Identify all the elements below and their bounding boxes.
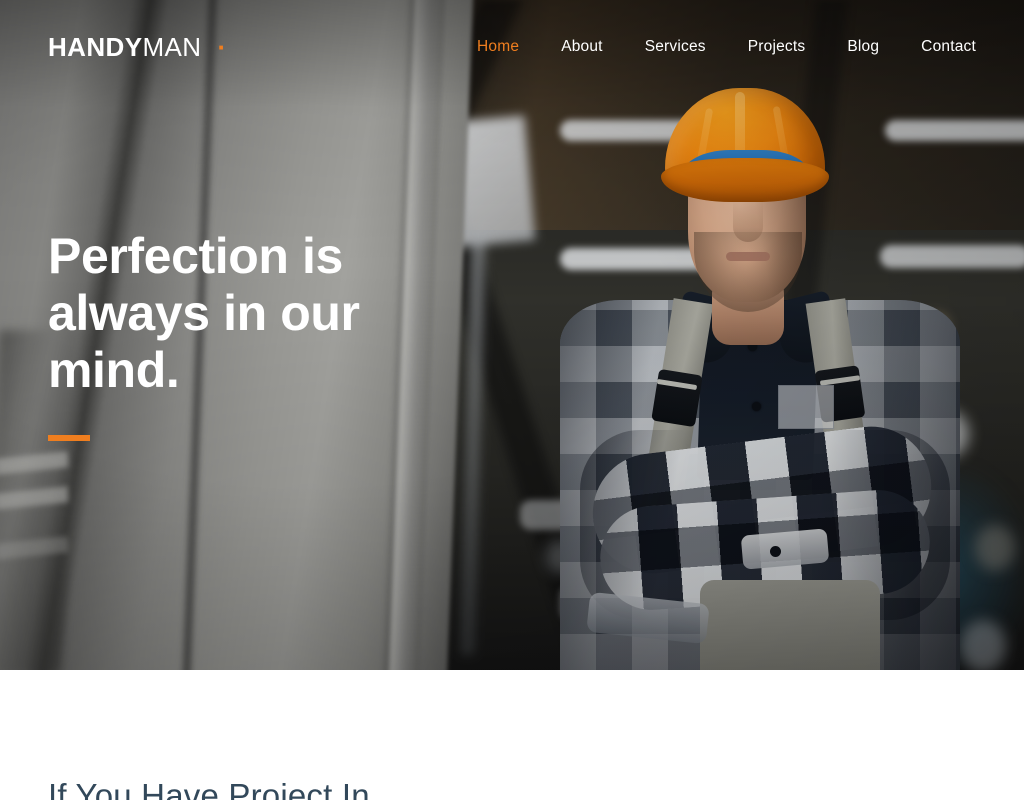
hero-title-line-2: always in our: [48, 285, 360, 341]
nav-item-services[interactable]: Services: [645, 38, 706, 56]
hero-section: HANDY MAN · Home About Services Projects B…: [0, 0, 1024, 670]
shirt-button: [752, 402, 761, 411]
nav-item-home[interactable]: Home: [477, 38, 519, 56]
nav-item-projects[interactable]: Projects: [748, 38, 806, 56]
main-navigation: Home About Services Projects Blog Contac…: [477, 38, 976, 56]
hero-accent-rule: [48, 435, 90, 441]
hero-copy-block: Perfection is always in our mind.: [48, 228, 408, 441]
logo-light-text: MAN: [142, 31, 202, 62]
hero-title: Perfection is always in our mind.: [48, 228, 408, 399]
nose: [733, 200, 763, 242]
hard-hat-brim: [661, 158, 829, 202]
cta-heading: If You Have Project In: [48, 777, 370, 800]
site-header: HANDY MAN · Home About Services Projects B…: [0, 0, 1024, 94]
site-logo[interactable]: HANDY MAN ·: [48, 32, 227, 63]
cta-section: If You Have Project In: [0, 670, 1024, 800]
nav-item-blog[interactable]: Blog: [847, 38, 879, 56]
hero-title-line-1: Perfection is: [48, 228, 343, 284]
overall-buckle-left: [651, 368, 703, 428]
logo-dot-icon: ·: [217, 31, 227, 62]
nav-item-about[interactable]: About: [561, 38, 603, 56]
nav-item-contact[interactable]: Contact: [921, 38, 976, 56]
shirt-chest-pocket: [778, 385, 834, 429]
mouth: [726, 252, 770, 261]
page-root: HANDY MAN · Home About Services Projects B…: [0, 0, 1024, 800]
cuff-button: [770, 546, 781, 557]
hero-title-line-3: mind.: [48, 342, 180, 398]
logo-bold-text: HANDY: [48, 31, 143, 62]
overall-front-panel: [700, 580, 880, 670]
